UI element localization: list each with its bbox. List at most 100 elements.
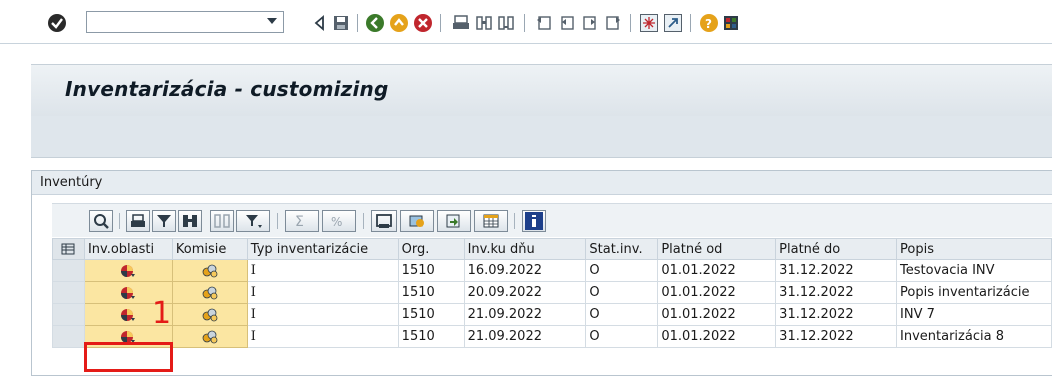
print-preview-icon xyxy=(375,212,393,230)
row-selector[interactable] xyxy=(52,281,85,304)
table-header-row: Inv.oblasti Komisie Typ inventarizácie O… xyxy=(52,238,1052,260)
column-header-platne-do[interactable]: Platné do xyxy=(775,238,898,260)
typ-cell[interactable]: I xyxy=(246,303,399,326)
popis-cell[interactable]: INV 7 xyxy=(896,303,1052,326)
next-page-button[interactable] xyxy=(581,13,599,33)
back-nav-button[interactable] xyxy=(366,13,384,33)
filter-icon xyxy=(155,212,173,230)
row-selector[interactable] xyxy=(52,259,85,282)
column-header-popis[interactable]: Popis xyxy=(896,238,1052,260)
svg-text:?: ? xyxy=(705,17,712,31)
komisie-button[interactable] xyxy=(171,281,248,304)
inv-oblasti-button[interactable] xyxy=(83,259,173,282)
org-cell[interactable]: 1510 xyxy=(397,325,465,348)
find-button[interactable] xyxy=(178,210,202,232)
popis-cell[interactable]: Testovacia INV xyxy=(896,259,1052,282)
column-header-inv-oblasti[interactable]: Inv.oblasti xyxy=(83,238,173,260)
new-session-button[interactable] xyxy=(640,13,658,33)
print-preview-button[interactable] xyxy=(371,210,397,232)
find-next-icon xyxy=(497,14,515,32)
komisie-button[interactable] xyxy=(171,259,248,282)
find-button[interactable] xyxy=(475,13,493,33)
print-button[interactable] xyxy=(452,13,470,33)
column-header-org[interactable]: Org. xyxy=(397,238,465,260)
popis-cell[interactable]: Inventarizácia 8 xyxy=(896,325,1052,348)
column-header-platne-od[interactable]: Platné od xyxy=(657,238,777,260)
help-button[interactable]: ? xyxy=(700,13,718,33)
select-all-button[interactable] xyxy=(52,238,85,260)
details-button[interactable] xyxy=(89,210,113,232)
shortcut-button[interactable] xyxy=(664,13,682,33)
layout-button[interactable] xyxy=(722,13,740,33)
column-header-inv-ku-dnu[interactable]: Inv.ku dňu xyxy=(463,238,587,260)
popis-cell[interactable]: Popis inventarizácie xyxy=(896,281,1052,304)
komisie-button[interactable] xyxy=(171,303,248,326)
chevron-down-icon[interactable] xyxy=(267,18,277,24)
column-header-typ-inventarizacie[interactable]: Typ inventarizácie xyxy=(246,238,399,260)
typ-cell[interactable]: I xyxy=(246,259,399,282)
row-selector[interactable] xyxy=(52,303,85,326)
column-header-komisie[interactable]: Komisie xyxy=(171,238,248,260)
org-cell[interactable]: 1510 xyxy=(397,281,465,304)
save-button[interactable] xyxy=(332,13,350,33)
komisie-button[interactable] xyxy=(171,325,248,348)
prev-page-button[interactable] xyxy=(558,13,576,33)
enter-button[interactable] xyxy=(48,13,66,33)
export-button[interactable] xyxy=(400,210,434,232)
stat-inv-cell[interactable]: O xyxy=(585,281,659,304)
column-header-stat-inv[interactable]: Stat.inv. xyxy=(585,238,659,260)
spreadsheet-button[interactable] xyxy=(437,210,471,232)
system-toolbar: ? xyxy=(0,0,1052,44)
toolbar-separator xyxy=(524,14,525,32)
last-page-button[interactable] xyxy=(604,13,622,33)
platne-od-cell[interactable]: 01.01.2022 xyxy=(657,281,777,304)
alv-toolbar: Σ % xyxy=(52,203,1052,237)
sum-button[interactable]: Σ xyxy=(285,210,319,232)
subtotal-button[interactable]: % xyxy=(322,210,356,232)
layout-icon xyxy=(722,14,740,32)
platne-do-cell[interactable]: 31.12.2022 xyxy=(775,281,898,304)
stat-inv-cell[interactable]: O xyxy=(585,325,659,348)
toolbar-separator xyxy=(630,14,631,32)
cancel-button[interactable] xyxy=(414,13,432,33)
export-icon xyxy=(408,212,426,230)
table-row: I 1510 16.09.2022 O 01.01.2022 31.12.202… xyxy=(52,259,1052,282)
print-button[interactable] xyxy=(126,210,150,232)
page-title: Inventarizácia - customizing xyxy=(65,77,389,101)
platne-od-cell[interactable]: 01.01.2022 xyxy=(657,325,777,348)
prev-page-icon xyxy=(558,14,576,32)
org-cell[interactable]: 1510 xyxy=(397,259,465,282)
find-next-button[interactable] xyxy=(210,210,234,232)
filter-button[interactable] xyxy=(152,210,176,232)
svg-text:Σ: Σ xyxy=(295,214,304,230)
first-page-button[interactable] xyxy=(535,13,553,33)
command-input[interactable] xyxy=(91,13,261,31)
spreadsheet-icon xyxy=(445,212,463,230)
platne-do-cell[interactable]: 31.12.2022 xyxy=(775,303,898,326)
back-button[interactable] xyxy=(311,13,329,33)
typ-cell[interactable]: I xyxy=(246,325,399,348)
inv-ku-dnu-cell[interactable]: 20.09.2022 xyxy=(463,281,587,304)
save-icon xyxy=(332,14,350,32)
exit-button[interactable] xyxy=(390,13,408,33)
platne-od-cell[interactable]: 01.01.2022 xyxy=(657,303,777,326)
stat-inv-cell[interactable]: O xyxy=(585,303,659,326)
layout-button[interactable] xyxy=(474,210,508,232)
platne-do-cell[interactable]: 31.12.2022 xyxy=(775,259,898,282)
inv-ku-dnu-cell[interactable]: 21.09.2022 xyxy=(463,325,587,348)
platne-od-cell[interactable]: 01.01.2022 xyxy=(657,259,777,282)
inv-ku-dnu-cell[interactable]: 16.09.2022 xyxy=(463,259,587,282)
command-field[interactable] xyxy=(86,11,284,33)
org-cell[interactable]: 1510 xyxy=(397,303,465,326)
toolbar-separator xyxy=(357,14,358,32)
stat-inv-cell[interactable]: O xyxy=(585,259,659,282)
platne-do-cell[interactable]: 31.12.2022 xyxy=(775,325,898,348)
typ-cell[interactable]: I xyxy=(246,281,399,304)
filter-set-button[interactable] xyxy=(236,210,270,232)
find-next-button[interactable] xyxy=(497,13,515,33)
inv-ku-dnu-cell[interactable]: 21.09.2022 xyxy=(463,303,587,326)
toolbar-separator xyxy=(440,14,441,32)
row-selector[interactable] xyxy=(52,325,85,348)
first-page-icon xyxy=(535,14,553,32)
info-button[interactable] xyxy=(522,210,546,232)
